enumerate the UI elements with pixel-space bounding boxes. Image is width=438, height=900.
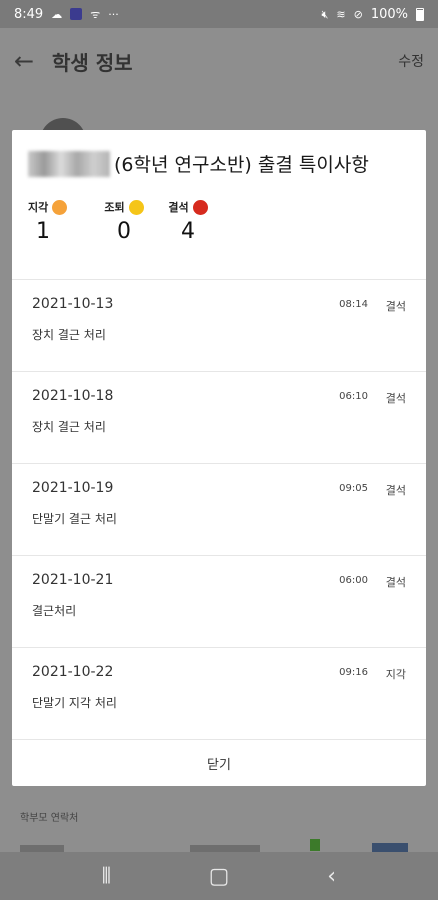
absent-dot-icon [192,199,208,215]
recent-apps-icon[interactable]: ⦀ [81,864,131,889]
record-status: 결석 [385,392,406,405]
record-status: 결석 [385,576,406,589]
dialog-header: (6학년 연구소반) 출결 특이사항 지각 1 조퇴 0 결석 4 [12,130,426,280]
edit-button[interactable]: 수정 [398,51,424,71]
record-time: 06:00 [339,575,368,586]
record-status: 결석 [385,484,406,497]
dialog-title-row: (6학년 연구소반) 출결 특이사항 [28,150,410,177]
cloud-icon: ☁ [51,7,63,21]
record-status: 결석 [385,300,406,313]
attendance-record-list: 2021-10-13 08:14 결석 장치 결근 처리 2021-10-18 … [12,280,426,740]
record-time: 08:14 [339,299,368,310]
summary-label: 조퇴 [104,201,125,214]
summary-count: 4 [181,219,195,244]
battery-icon [416,7,424,21]
dnd-icon: ⊘ [353,7,363,21]
mute-icon: 🔇︎ [321,7,329,21]
home-icon[interactable]: ▢ [194,864,244,889]
late-dot-icon [52,199,68,215]
more-icon: ··· [108,7,119,21]
summary-count: 1 [36,219,50,244]
contact-section-title: 학부모 연락처 [20,813,79,824]
early-leave-dot-icon [128,199,144,215]
record-note: 단말기 결근 처리 [32,512,117,526]
list-item: 2021-10-19 09:05 결석 단말기 결근 처리 [12,464,426,556]
back-icon[interactable]: ‹ [307,864,357,889]
summary-absent: 결석 4 [156,199,220,244]
list-item: 2021-10-22 09:16 지각 단말기 지각 처리 [12,648,426,740]
record-note: 장치 결근 처리 [32,420,106,434]
wifi-icon: ≋ [336,7,346,21]
record-time: 09:16 [339,667,368,678]
attendance-summary: 지각 1 조퇴 0 결석 4 [28,199,410,244]
battery-percent: 100% [370,6,408,22]
record-note: 결근처리 [32,604,77,618]
record-time: 09:05 [339,483,368,494]
phone-icon [310,839,320,851]
summary-late: 지각 1 [28,199,92,244]
close-button[interactable]: 닫기 [207,754,231,773]
dialog-title: (6학년 연구소반) 출결 특이사항 [114,154,369,176]
status-bar: 8:49 ☁ ᯤ ··· 🔇︎ ≋ ⊘ 100% [0,0,438,28]
list-item: 2021-10-18 06:10 결석 장치 결근 처리 [12,372,426,464]
record-note: 장치 결근 처리 [32,328,106,342]
record-note: 단말기 지각 처리 [32,696,117,710]
summary-early-leave: 조퇴 0 [92,199,156,244]
app-notification-icon [70,8,83,20]
summary-count: 0 [117,219,131,244]
record-status: 지각 [385,668,406,681]
back-arrow-icon[interactable]: ← [14,47,42,75]
background-contact-section: 학부모 연락처 [0,787,438,862]
page-title: 학생 정보 [52,50,133,75]
dialog-footer: 닫기 [12,740,426,786]
attendance-dialog: (6학년 연구소반) 출결 특이사항 지각 1 조퇴 0 결석 4 2021-1… [12,130,426,786]
status-right: 🔇︎ ≋ ⊘ 100% [321,7,424,22]
signal-icon: ᯤ [90,7,101,21]
list-item: 2021-10-13 08:14 결석 장치 결근 처리 [12,280,426,372]
summary-label: 결석 [168,201,189,214]
summary-label: 지각 [28,201,49,214]
status-time: 8:49 [14,6,44,22]
blurred-student-name [28,150,110,177]
list-item: 2021-10-21 06:00 결석 결근처리 [12,556,426,648]
navigation-bar: ⦀ ▢ ‹ [0,852,438,900]
status-left: 8:49 ☁ ᯤ ··· [14,7,119,22]
app-header: ← 학생 정보 수정 [0,28,438,94]
record-time: 06:10 [339,391,368,402]
